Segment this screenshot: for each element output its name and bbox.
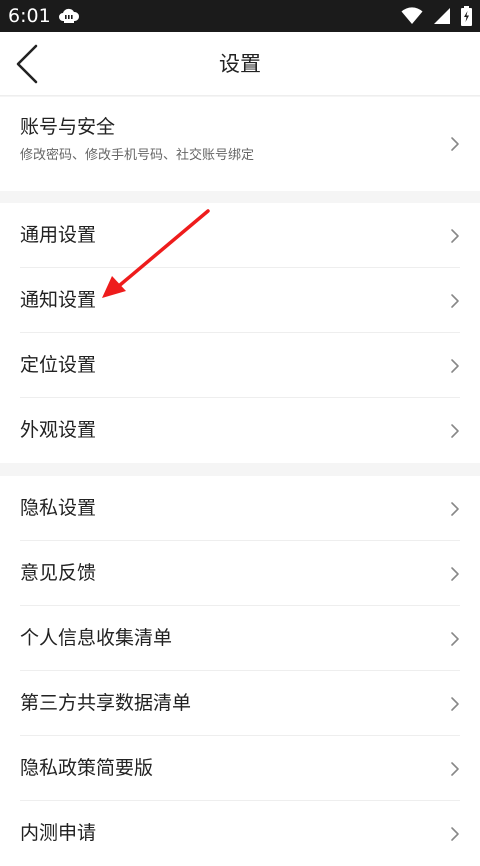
settings-item-personal-info-list[interactable]: 个人信息收集清单 xyxy=(0,606,480,671)
settings-item-label: 隐私政策简要版 xyxy=(20,757,154,779)
chevron-right-icon xyxy=(451,137,459,151)
settings-item-third-party-data-list[interactable]: 第三方共享数据清单 xyxy=(0,671,480,736)
chevron-right-icon xyxy=(451,424,459,438)
chevron-right-icon xyxy=(451,229,459,243)
settings-item-label: 内测申请 xyxy=(20,822,97,844)
settings-item-label: 通用设置 xyxy=(20,224,97,246)
settings-group-general: 通用设置 通知设置 定位设置 外观设置 xyxy=(0,203,480,463)
chevron-right-icon xyxy=(451,502,459,516)
chevron-right-icon xyxy=(451,359,459,373)
settings-item-label: 外观设置 xyxy=(20,419,97,441)
settings-item-label: 个人信息收集清单 xyxy=(20,627,173,649)
settings-item-label: 账号与安全 xyxy=(20,116,116,138)
settings-item-appearance[interactable]: 外观设置 xyxy=(0,398,480,463)
settings-group-privacy: 隐私设置 意见反馈 个人信息收集清单 第三方共享数据清单 隐私政策简要版 内测申 xyxy=(0,476,480,866)
settings-item-account-security[interactable]: 账号与安全 修改密码、修改手机号码、社交账号绑定 xyxy=(0,97,480,191)
status-time: 6:01 xyxy=(8,5,51,27)
signal-icon xyxy=(433,7,451,25)
chevron-right-icon xyxy=(451,294,459,308)
settings-item-subtitle: 修改密码、修改手机号码、社交账号绑定 xyxy=(20,148,255,163)
settings-item-label: 定位设置 xyxy=(20,354,97,376)
settings-item-privacy-policy-summary[interactable]: 隐私政策简要版 xyxy=(0,736,480,801)
settings-item-beta-application[interactable]: 内测申请 xyxy=(0,801,480,866)
status-bar: 6:01 xyxy=(0,0,480,32)
settings-item-feedback[interactable]: 意见反馈 xyxy=(0,541,480,606)
page-title: 设置 xyxy=(219,52,261,76)
chevron-right-icon xyxy=(451,827,459,841)
chevron-right-icon xyxy=(451,567,459,581)
settings-item-notifications[interactable]: 通知设置 xyxy=(0,268,480,333)
settings-group-account: 账号与安全 修改密码、修改手机号码、社交账号绑定 xyxy=(0,97,480,191)
settings-item-label: 意见反馈 xyxy=(20,562,97,584)
settings-item-label: 第三方共享数据清单 xyxy=(20,692,192,714)
chevron-right-icon xyxy=(451,632,459,646)
chevron-right-icon xyxy=(451,762,459,776)
wifi-icon xyxy=(401,7,423,25)
chevron-right-icon xyxy=(451,697,459,711)
settings-item-location[interactable]: 定位设置 xyxy=(0,333,480,398)
settings-item-label: 通知设置 xyxy=(20,289,97,311)
settings-item-privacy[interactable]: 隐私设置 xyxy=(0,476,480,541)
settings-item-general[interactable]: 通用设置 xyxy=(0,203,480,268)
battery-charging-icon xyxy=(461,6,472,26)
top-app-bar: 设置 xyxy=(0,32,480,96)
cloud-notification-icon xyxy=(58,7,80,25)
settings-item-label: 隐私设置 xyxy=(20,497,97,519)
